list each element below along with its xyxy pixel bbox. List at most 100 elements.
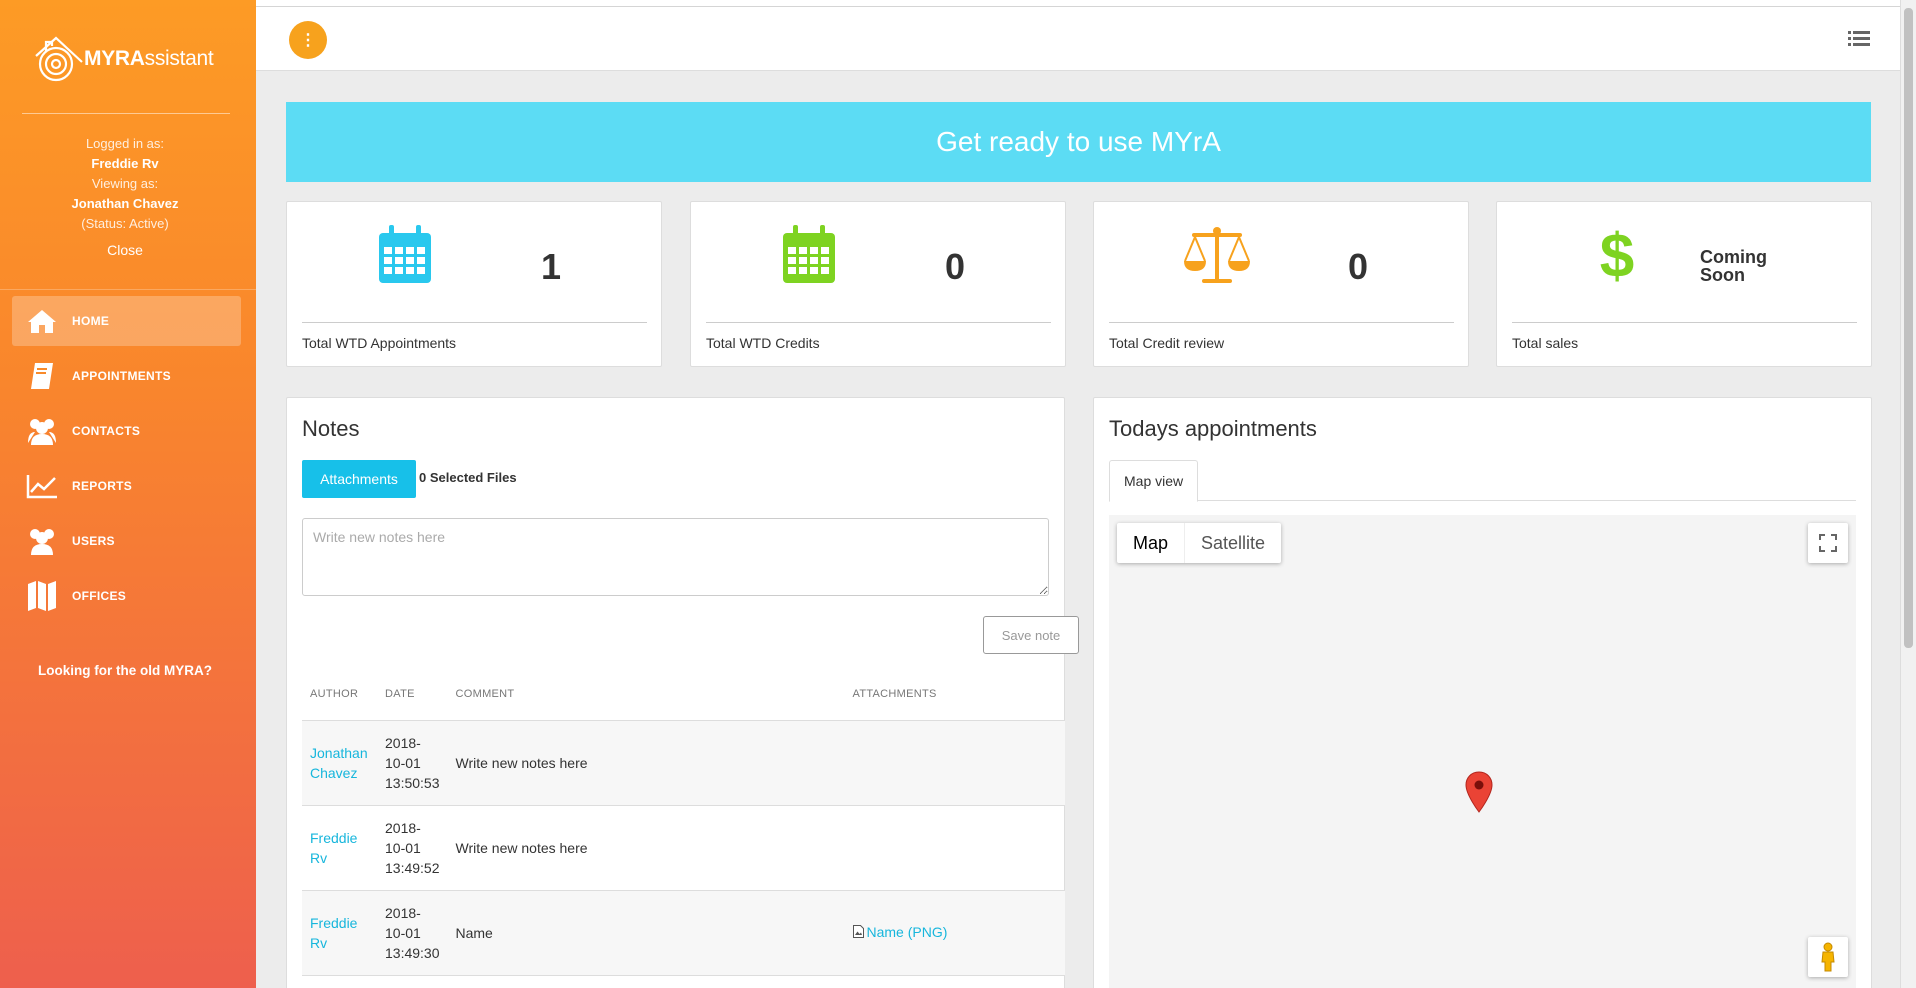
scale-icon xyxy=(1184,227,1250,283)
stat-label: Total sales xyxy=(1512,335,1579,351)
viewing-label: Viewing as: xyxy=(91,176,159,191)
nav-label: OFFICES xyxy=(72,589,127,603)
notes-table: AUTHOR DATE COMMENT ATTACHMENTS Jonathan… xyxy=(302,668,1065,976)
attachments-button[interactable]: Attachments xyxy=(302,460,416,498)
stat-value: 0 xyxy=(945,246,966,287)
author-link[interactable]: Freddie Rv xyxy=(310,915,357,951)
stat-card-credit-review: 0 Total Credit review xyxy=(1093,201,1469,367)
list-icon[interactable] xyxy=(1848,29,1870,49)
home-icon xyxy=(26,305,58,337)
author-cell: Freddie Rv xyxy=(302,805,377,891)
stat-value: 0 xyxy=(1348,246,1369,287)
map-type-map-button[interactable]: Map xyxy=(1117,523,1184,563)
session-info: Logged in as: Freddie Rv Viewing as: Jon… xyxy=(0,134,250,260)
people-icon xyxy=(26,415,58,447)
appointments-panel: Todays appointments Map view Map Satelli… xyxy=(1093,397,1872,988)
stat-card-appointments: 1 Total WTD Appointments xyxy=(286,201,662,367)
appointments-title: Todays appointments xyxy=(1109,416,1317,441)
map-type-control: Map Satellite xyxy=(1117,523,1282,563)
appointments-tabs: Map view xyxy=(1109,460,1856,502)
author-link[interactable]: Freddie Rv xyxy=(310,830,357,866)
divider xyxy=(1512,322,1857,323)
table-row: Freddie Rv 2018- 10-01 13:49:30 Name Name (… xyxy=(302,890,1065,976)
map[interactable]: Map Satellite xyxy=(1109,515,1856,988)
old-myra-link[interactable]: Looking for the old MYRA? xyxy=(0,663,250,678)
fullscreen-button[interactable] xyxy=(1808,523,1848,563)
attachment-cell xyxy=(844,720,1065,806)
divider xyxy=(706,322,1051,323)
save-note-button[interactable]: Save note xyxy=(983,616,1079,654)
map-marker-icon[interactable] xyxy=(1464,771,1494,813)
stat-label: Total WTD Credits xyxy=(706,335,820,351)
svg-text:$: $ xyxy=(1600,225,1634,285)
author-cell: Freddie Rv xyxy=(302,890,377,976)
nav-item-reports[interactable]: REPORTS xyxy=(12,461,241,511)
user-status: (Status: Active) xyxy=(81,216,169,231)
viewing-name: Jonathan Chavez xyxy=(71,196,179,211)
nav-item-contacts[interactable]: CONTACTS xyxy=(12,406,241,456)
stat-card-sales: $ Coming Soon Total sales xyxy=(1496,201,1872,367)
divider xyxy=(302,322,647,323)
nav-item-appointments[interactable]: APPOINTMENTS xyxy=(12,351,241,401)
fullscreen-icon xyxy=(1819,534,1837,552)
nav-label: USERS xyxy=(72,534,115,548)
date-cell: 2018- 10-01 13:49:52 xyxy=(377,805,448,891)
map-icon xyxy=(26,580,58,612)
stat-value: Coming Soon xyxy=(1700,247,1767,285)
dollar-icon: $ xyxy=(1600,225,1634,285)
attachment-cell: Name (PNG) xyxy=(844,890,1065,976)
nav-item-users[interactable]: USERS xyxy=(12,516,241,566)
date-cell: 2018- 10-01 13:49:30 xyxy=(377,890,448,976)
divider xyxy=(1109,322,1454,323)
map-type-satellite-button[interactable]: Satellite xyxy=(1184,523,1281,563)
pegman-icon xyxy=(1821,942,1835,972)
column-header[interactable]: COMMENT xyxy=(447,668,845,721)
author-cell: Jonathan Chavez xyxy=(302,720,377,806)
comment-cell: Write new notes here xyxy=(447,720,845,806)
nav-label: HOME xyxy=(72,314,110,328)
sidebar-divider xyxy=(0,289,256,290)
top-bar: ⋮ xyxy=(256,7,1900,71)
nav-item-home[interactable]: HOME xyxy=(12,296,241,346)
stat-value: 1 xyxy=(541,246,562,287)
comment-cell: Name xyxy=(447,890,845,976)
date-cell: 2018- 10-01 13:50:53 xyxy=(377,720,448,806)
attachment-link[interactable]: Name (PNG) xyxy=(852,922,947,942)
notes-panel: Notes Attachments 0 Selected Files Save … xyxy=(286,397,1079,988)
notes-title: Notes xyxy=(302,416,360,441)
stat-label: Total WTD Appointments xyxy=(302,335,457,351)
logo-mark-icon xyxy=(35,36,83,82)
brand-logo[interactable]: MYRAssistant xyxy=(28,32,228,86)
logged-in-name: Freddie Rv xyxy=(91,156,159,171)
attachment-cell xyxy=(844,805,1065,891)
table-row: Jonathan Chavez 2018- 10-01 13:50:53 Write … xyxy=(302,720,1065,806)
stat-label: Total Credit review xyxy=(1109,335,1225,351)
scrollbar-thumb[interactable] xyxy=(1904,8,1913,648)
book-icon xyxy=(26,360,58,392)
nav-item-offices[interactable]: OFFICES xyxy=(12,571,241,621)
people-icon xyxy=(26,525,58,557)
nav-label: CONTACTS xyxy=(72,424,141,438)
window-top-edge xyxy=(0,0,1916,7)
close-viewing-link[interactable]: Close xyxy=(0,240,250,260)
image-file-icon xyxy=(852,925,864,939)
chart-line-icon xyxy=(26,470,58,502)
calendar-icon xyxy=(379,225,431,283)
main-nav: HOME APPOINTMENTS CONTACTS REPORTS USERS xyxy=(12,296,241,626)
comment-cell: Write new notes here xyxy=(447,805,845,891)
column-header[interactable]: ATTACHMENTS xyxy=(844,668,1065,721)
column-header[interactable]: AUTHOR xyxy=(302,668,377,721)
welcome-banner: Get ready to use MYrA xyxy=(286,102,1871,182)
street-view-pegman-button[interactable] xyxy=(1808,937,1848,977)
column-header[interactable]: DATE xyxy=(377,668,448,721)
sidebar: MYRAssistant Logged in as: Freddie Rv Vi… xyxy=(0,0,256,988)
author-link[interactable]: Jonathan Chavez xyxy=(310,745,368,781)
nav-label: REPORTS xyxy=(72,479,133,493)
selected-files-count: 0 Selected Files xyxy=(419,470,517,485)
notes-input[interactable] xyxy=(302,518,1049,596)
options-menu-button[interactable]: ⋮ xyxy=(289,21,327,59)
nav-label: APPOINTMENTS xyxy=(72,369,171,383)
logged-in-label: Logged in as: xyxy=(85,136,165,151)
page-scrollbar[interactable] xyxy=(1900,0,1916,988)
tab-map-view[interactable]: Map view xyxy=(1109,460,1199,502)
